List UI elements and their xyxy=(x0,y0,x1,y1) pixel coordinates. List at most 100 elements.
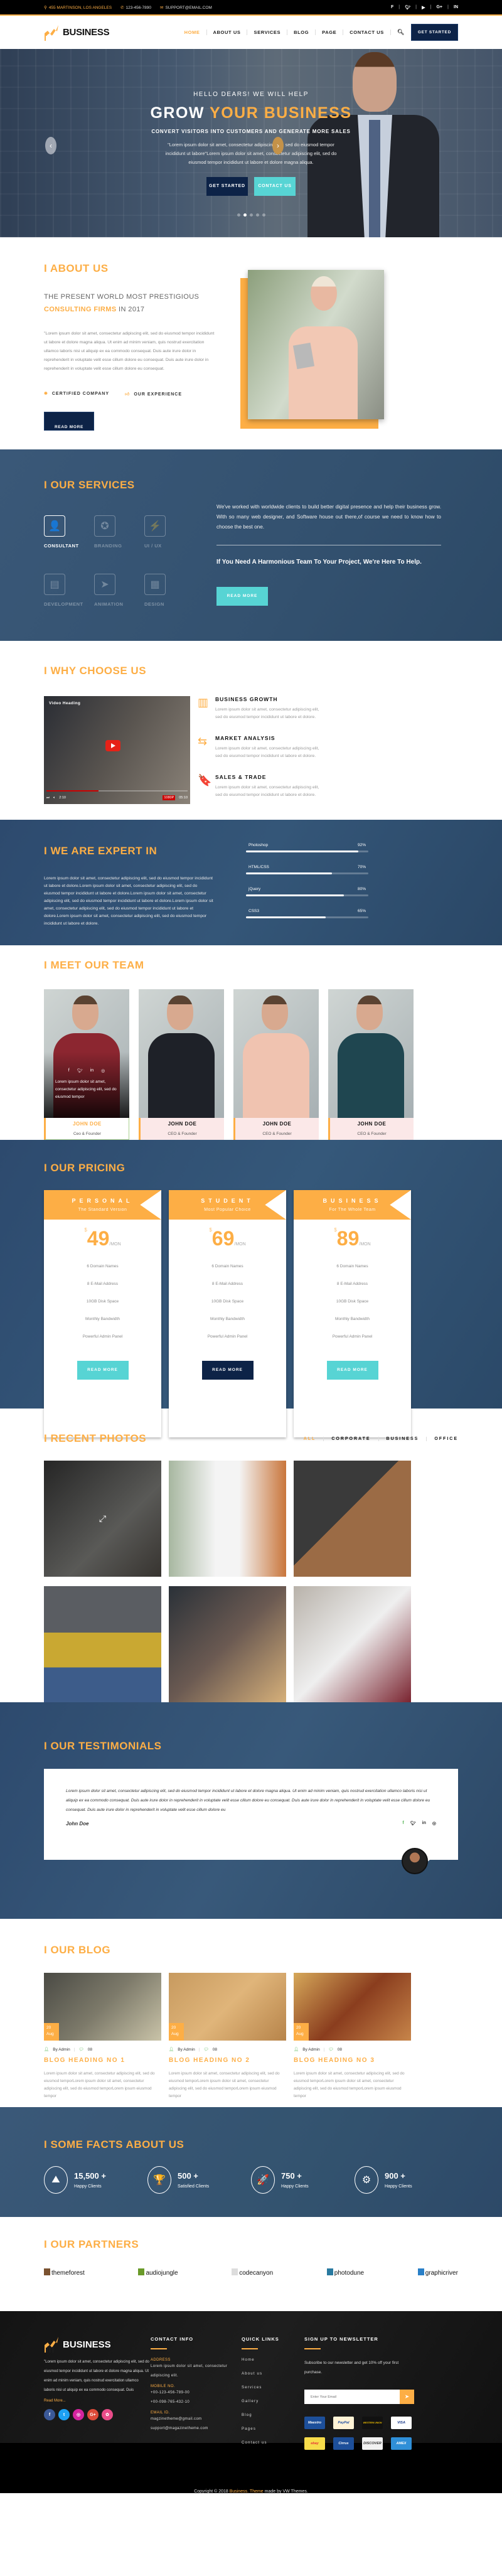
blog-post[interactable]: 20 Aug 👤︎ By Admin | 💬︎ 08 BLOG HEADING NO 1 Lor… xyxy=(44,1973,161,2100)
blog-image[interactable]: 20 Aug xyxy=(44,1973,161,2041)
nav-page[interactable]: Page xyxy=(316,30,344,35)
whatsapp-icon[interactable]: ◎ xyxy=(432,1821,436,1827)
video-progress-bar[interactable] xyxy=(46,790,188,792)
expand-icon[interactable]: ⤢ xyxy=(44,1461,161,1577)
quick-link-gallery[interactable]: Gallery xyxy=(242,2400,304,2413)
comment-count[interactable]: 08 xyxy=(213,2047,217,2052)
volume-icon[interactable]: 🔈︎ xyxy=(53,796,55,800)
newsletter-submit-button[interactable]: ➤ xyxy=(400,2390,414,2404)
quick-link-home[interactable]: Home xyxy=(242,2358,304,2372)
quick-link-about-us[interactable]: About us xyxy=(242,2372,304,2386)
partner-themeforest[interactable]: themeforest xyxy=(44,2268,85,2277)
post-heading[interactable]: BLOG HEADING NO 2 xyxy=(169,2057,286,2064)
slider-dot[interactable] xyxy=(262,213,265,217)
nav-services[interactable]: Services xyxy=(247,30,288,35)
quick-link-contact-us[interactable]: Contact us xyxy=(242,2441,304,2455)
facebook-icon[interactable]: f xyxy=(402,1821,403,1827)
instagram-icon[interactable]: ◎ xyxy=(73,2409,84,2420)
comment-count[interactable]: 08 xyxy=(88,2047,92,2052)
slider-prev-button[interactable]: ‹ xyxy=(45,137,56,154)
services-read-more-button[interactable]: Read More xyxy=(216,587,268,606)
service-branding[interactable]: ✪ BRANDING xyxy=(94,515,144,549)
plan-read-more-button[interactable]: Read More xyxy=(326,1361,378,1380)
quick-link-services[interactable]: Services xyxy=(242,2386,304,2400)
nav-home[interactable]: Home xyxy=(178,30,207,35)
slider-dot[interactable] xyxy=(243,213,247,217)
linkedin-icon[interactable]: in xyxy=(422,1821,426,1827)
partner-codecanyon[interactable]: codecanyon xyxy=(232,2268,273,2277)
service-design[interactable]: ▦ DESIGN xyxy=(144,574,195,607)
twitter-icon[interactable]: t xyxy=(58,2409,70,2420)
post-author[interactable]: By Admin xyxy=(178,2047,195,2052)
footer-read-more-link[interactable]: Read More... xyxy=(44,2399,151,2403)
slider-dot[interactable] xyxy=(255,213,259,217)
post-heading[interactable]: BLOG HEADING NO 3 xyxy=(294,2057,411,2064)
service-consultant[interactable]: 👤 CONSULTANT xyxy=(44,515,94,549)
hero-contact-us-button[interactable]: Contact Us xyxy=(254,177,296,196)
plan-read-more-button[interactable]: Read More xyxy=(201,1361,254,1380)
google-plus-icon[interactable]: G+ xyxy=(436,5,442,10)
partner-photodune[interactable]: photodune xyxy=(326,2268,364,2277)
facebook-icon[interactable]: f xyxy=(68,1068,70,1073)
team-member-card[interactable]: JOHN DOE CEO & Founder xyxy=(139,989,224,1140)
team-member-card[interactable]: f 🐦︎ in ◎ Lorem ipsum dolor sit amet, consec… xyxy=(44,989,129,1140)
filter-business[interactable]: BUSINESS xyxy=(379,1436,427,1441)
twitter-icon[interactable]: 🐦︎ xyxy=(405,5,410,10)
twitter-icon[interactable]: 🐦︎ xyxy=(410,1821,416,1827)
plan-read-more-button[interactable]: Read More xyxy=(77,1361,129,1380)
partner-graphicriver[interactable]: graphicriver xyxy=(417,2268,458,2277)
slider-dot[interactable] xyxy=(249,213,253,217)
nav-blog[interactable]: Blog xyxy=(287,30,316,35)
footer-logo[interactable]: BUSINESS xyxy=(44,2336,151,2353)
quick-link-blog[interactable]: Blog xyxy=(242,2413,304,2427)
blog-image[interactable]: 20 Aug xyxy=(294,1973,411,2041)
gallery-photo-laptop-typing[interactable] xyxy=(294,1461,411,1577)
post-heading[interactable]: BLOG HEADING NO 1 xyxy=(44,2057,161,2064)
post-author[interactable]: By Admin xyxy=(53,2047,70,2052)
email-value[interactable]: support@magazinetheme.com xyxy=(151,2424,242,2434)
team-member-card[interactable]: JOHN DOE CEO & Founder xyxy=(328,989,414,1140)
service-ui-ux[interactable]: ⚡ UI / UX xyxy=(144,515,195,549)
google-plus-icon[interactable]: G+ xyxy=(87,2409,99,2420)
email-info[interactable]: ✉ support@email.com xyxy=(160,5,212,10)
about-read-more-button[interactable]: Read More xyxy=(44,412,94,431)
filter-office[interactable]: OFFICE xyxy=(427,1437,458,1441)
gallery-photo-women-at-computer[interactable] xyxy=(169,1586,286,1702)
dribbble-icon[interactable]: ✿ xyxy=(102,2409,113,2420)
play-button[interactable] xyxy=(105,740,120,751)
facebook-icon[interactable]: f xyxy=(44,2409,55,2420)
newsletter-email-input[interactable] xyxy=(304,2390,400,2404)
gallery-photo-man-with-notebook[interactable] xyxy=(44,1586,161,1702)
logo[interactable]: BUSINESS xyxy=(44,24,110,41)
team-member-card[interactable]: JOHN DOE CEO & Founder xyxy=(233,989,319,1140)
quality-badge[interactable]: 1080P xyxy=(163,795,176,800)
service-animation[interactable]: ➤ ANIMATION xyxy=(94,574,144,607)
video-player[interactable]: Video Heading ⏭ 🔈︎ 2:10 1080P 05:10 xyxy=(44,696,190,804)
nav-contact-us[interactable]: Contact Us xyxy=(343,30,391,35)
hero-get-started-button[interactable]: Get Started xyxy=(206,177,248,196)
slider-dot[interactable] xyxy=(237,213,240,217)
blog-post[interactable]: 20 Aug 👤︎ By Admin | 💬︎ 08 BLOG HEADING NO 2 Lor… xyxy=(169,1973,286,2100)
theme-link[interactable]: Business. Theme xyxy=(230,2489,264,2494)
linkedin-icon[interactable]: in xyxy=(90,1068,93,1073)
facebook-icon[interactable]: f xyxy=(391,5,393,10)
gallery-photo-office-meeting[interactable]: ⤢ xyxy=(44,1461,161,1577)
email-value[interactable]: magzinetheme@gmail.com xyxy=(151,2415,242,2424)
service-development[interactable]: ▤ DEVELOPMENT xyxy=(44,574,94,607)
partner-audiojungle[interactable]: audiojungle xyxy=(138,2268,178,2277)
linkedin-icon[interactable]: in xyxy=(454,5,458,10)
phone-info[interactable]: ✆ 123-456-7890 xyxy=(120,5,151,10)
get-started-button[interactable]: Get Started xyxy=(410,24,458,41)
comment-count[interactable]: 08 xyxy=(338,2047,342,2052)
quick-link-pages[interactable]: Pages xyxy=(242,2427,304,2441)
skip-icon[interactable]: ⏭ xyxy=(46,796,50,800)
blog-image[interactable]: 20 Aug xyxy=(169,1973,286,2041)
twitter-icon[interactable]: 🐦︎ xyxy=(77,1068,83,1073)
gallery-photo-man-in-tie[interactable] xyxy=(169,1461,286,1577)
filter-all[interactable]: ALL xyxy=(296,1436,324,1441)
filter-corporate[interactable]: CORPORATE xyxy=(324,1436,379,1441)
search-icon[interactable]: 🔍︎ xyxy=(397,29,405,36)
slider-next-button[interactable]: › xyxy=(272,137,284,154)
whatsapp-icon[interactable]: ◎ xyxy=(101,1068,105,1073)
nav-about-us[interactable]: About Us xyxy=(207,30,248,35)
